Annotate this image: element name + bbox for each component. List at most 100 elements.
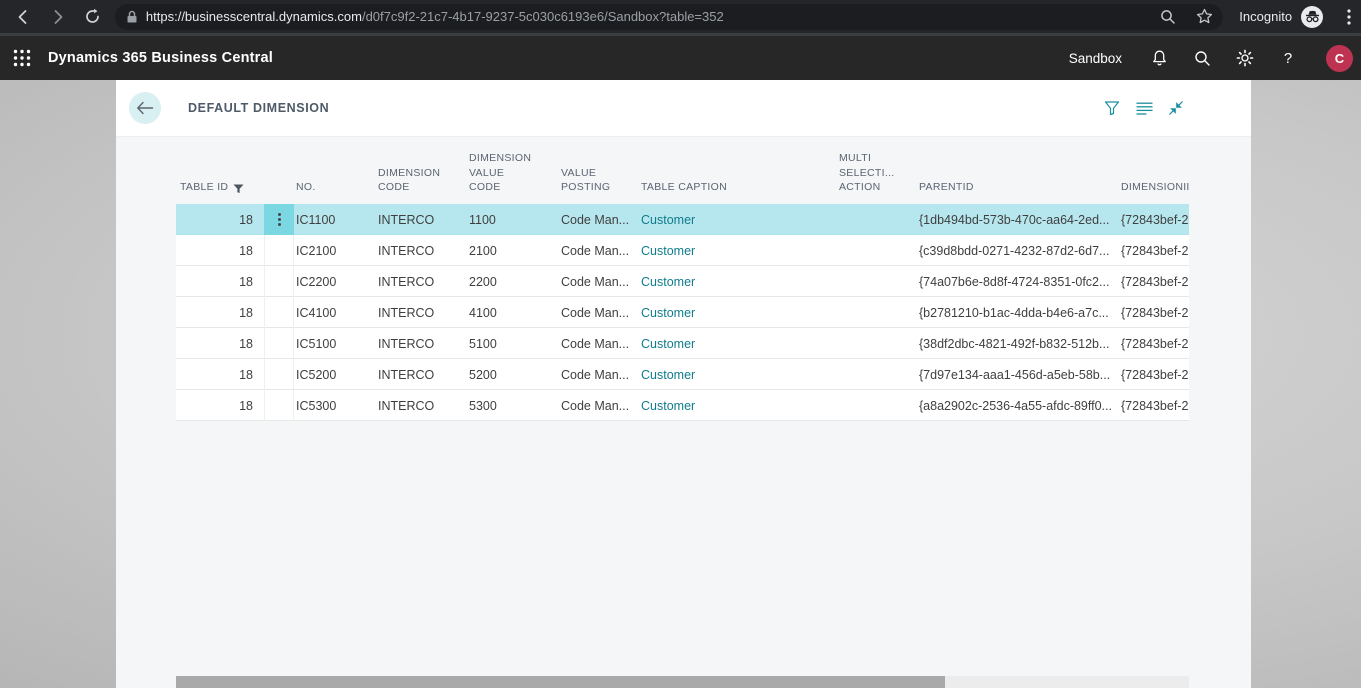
row-menu-cell[interactable] xyxy=(264,297,294,328)
cell-dimension-code[interactable]: INTERCO xyxy=(376,368,467,382)
column-header-table-id[interactable]: TABLE ID xyxy=(176,180,264,204)
cell-dimension-value-code[interactable]: 2100 xyxy=(467,244,559,258)
avatar[interactable]: C xyxy=(1326,44,1353,72)
cell-table-caption-link[interactable]: Customer xyxy=(639,337,837,351)
cell-table-id[interactable]: 18 xyxy=(176,368,264,382)
cell-value-posting[interactable]: Code Man... xyxy=(559,213,639,227)
column-header-parentid[interactable]: PARENTID xyxy=(917,180,1119,204)
cell-table-id[interactable]: 18 xyxy=(176,337,264,351)
cell-parentid[interactable]: {7d97e134-aaa1-456d-a5eb-58b... xyxy=(917,368,1119,382)
cell-dimensionid[interactable]: {72843bef-22 xyxy=(1119,213,1189,227)
address-bar[interactable]: https://businesscentral.dynamics.com/d0f… xyxy=(114,3,1224,30)
table-row[interactable]: 18 IC2200 INTERCO 2200 Code Man... Custo… xyxy=(176,266,1189,297)
cell-no[interactable]: IC5100 xyxy=(294,337,376,351)
row-menu-cell[interactable] xyxy=(264,266,294,297)
browser-back-icon[interactable] xyxy=(11,5,35,29)
column-header-multi-selection-action[interactable]: MULTI SELECTI... ACTION xyxy=(837,151,917,204)
cell-parentid[interactable]: {c39d8bdd-0271-4232-87d2-6d7... xyxy=(917,244,1119,258)
horizontal-scrollbar-thumb[interactable] xyxy=(176,676,945,688)
bookmark-star-icon[interactable] xyxy=(1195,8,1213,26)
cell-dimension-code[interactable]: INTERCO xyxy=(376,399,467,413)
cell-table-caption-link[interactable]: Customer xyxy=(639,399,837,413)
browser-forward-icon[interactable] xyxy=(46,5,70,29)
cell-dimension-value-code[interactable]: 2200 xyxy=(467,275,559,289)
row-menu-cell[interactable] xyxy=(264,204,294,235)
cell-table-caption-link[interactable]: Customer xyxy=(639,244,837,258)
column-header-dimension-value-code[interactable]: DIMENSION VALUE CODE xyxy=(467,151,559,204)
table-row[interactable]: 18 IC1100 INTERCO 1100 Code Man... Custo… xyxy=(176,204,1189,235)
cell-no[interactable]: IC2200 xyxy=(294,275,376,289)
back-button[interactable] xyxy=(129,92,161,124)
cell-table-caption-link[interactable]: Customer xyxy=(639,306,837,320)
search-icon[interactable] xyxy=(1187,43,1217,73)
column-header-no[interactable]: NO. xyxy=(294,180,376,204)
notifications-bell-icon[interactable] xyxy=(1144,43,1174,73)
list-view-icon[interactable] xyxy=(1135,99,1153,117)
cell-no[interactable]: IC5300 xyxy=(294,399,376,413)
cell-table-caption-link[interactable]: Customer xyxy=(639,368,837,382)
row-menu-cell[interactable] xyxy=(264,328,294,359)
column-header-dimension-code[interactable]: DIMENSION CODE xyxy=(376,166,467,204)
collapse-icon[interactable] xyxy=(1167,99,1185,117)
row-options-dots-icon[interactable] xyxy=(277,213,281,226)
table-row[interactable]: 18 IC2100 INTERCO 2100 Code Man... Custo… xyxy=(176,235,1189,266)
column-header-table-caption[interactable]: TABLE CAPTION xyxy=(639,180,837,204)
cell-dimension-code[interactable]: INTERCO xyxy=(376,275,467,289)
environment-label[interactable]: Sandbox xyxy=(1069,51,1122,66)
cell-table-id[interactable]: 18 xyxy=(176,244,264,258)
cell-parentid[interactable]: {b2781210-b1ac-4dda-b4e6-a7c... xyxy=(917,306,1119,320)
table-row[interactable]: 18 IC5200 INTERCO 5200 Code Man... Custo… xyxy=(176,359,1189,390)
cell-no[interactable]: IC1100 xyxy=(294,213,376,227)
cell-value-posting[interactable]: Code Man... xyxy=(559,337,639,351)
cell-parentid[interactable]: {a8a2902c-2536-4a55-afdc-89ff0... xyxy=(917,399,1119,413)
cell-table-caption-link[interactable]: Customer xyxy=(639,213,837,227)
column-header-dimensionid[interactable]: DIMENSIONII xyxy=(1119,180,1189,204)
waffle-icon[interactable] xyxy=(0,36,44,80)
cell-dimension-value-code[interactable]: 1100 xyxy=(467,213,559,227)
cell-table-id[interactable]: 18 xyxy=(176,399,264,413)
cell-dimension-value-code[interactable]: 5300 xyxy=(467,399,559,413)
cell-value-posting[interactable]: Code Man... xyxy=(559,275,639,289)
cell-dimensionid[interactable]: {72843bef-22 xyxy=(1119,337,1189,351)
horizontal-scrollbar[interactable] xyxy=(176,676,1189,688)
cell-no[interactable]: IC2100 xyxy=(294,244,376,258)
cell-table-id[interactable]: 18 xyxy=(176,275,264,289)
cell-dimension-value-code[interactable]: 4100 xyxy=(467,306,559,320)
cell-parentid[interactable]: {1db494bd-573b-470c-aa64-2ed... xyxy=(917,213,1119,227)
row-menu-cell[interactable] xyxy=(264,235,294,266)
cell-no[interactable]: IC4100 xyxy=(294,306,376,320)
column-header-value-posting[interactable]: VALUE POSTING xyxy=(559,166,639,204)
settings-gear-icon[interactable] xyxy=(1230,43,1260,73)
browser-menu-icon[interactable] xyxy=(1337,5,1361,29)
filter-icon[interactable] xyxy=(1103,99,1121,117)
table-row[interactable]: 18 IC5100 INTERCO 5100 Code Man... Custo… xyxy=(176,328,1189,359)
row-menu-cell[interactable] xyxy=(264,390,294,421)
cell-dimensionid[interactable]: {72843bef-22 xyxy=(1119,306,1189,320)
cell-dimensionid[interactable]: {72843bef-22 xyxy=(1119,399,1189,413)
cell-table-id[interactable]: 18 xyxy=(176,213,264,227)
cell-dimension-value-code[interactable]: 5100 xyxy=(467,337,559,351)
cell-value-posting[interactable]: Code Man... xyxy=(559,368,639,382)
cell-dimension-code[interactable]: INTERCO xyxy=(376,244,467,258)
cell-dimensionid[interactable]: {72843bef-22 xyxy=(1119,244,1189,258)
browser-refresh-icon[interactable] xyxy=(81,5,105,29)
table-row[interactable]: 18 IC5300 INTERCO 5300 Code Man... Custo… xyxy=(176,390,1189,421)
cell-dimension-code[interactable]: INTERCO xyxy=(376,306,467,320)
cell-value-posting[interactable]: Code Man... xyxy=(559,244,639,258)
zoom-icon[interactable] xyxy=(1159,8,1177,26)
cell-parentid[interactable]: {38df2dbc-4821-492f-b832-512b... xyxy=(917,337,1119,351)
help-icon[interactable]: ? xyxy=(1273,43,1303,73)
cell-dimensionid[interactable]: {72843bef-22 xyxy=(1119,368,1189,382)
cell-no[interactable]: IC5200 xyxy=(294,368,376,382)
app-title[interactable]: Dynamics 365 Business Central xyxy=(48,50,273,66)
cell-dimension-code[interactable]: INTERCO xyxy=(376,213,467,227)
row-menu-cell[interactable] xyxy=(264,359,294,390)
cell-parentid[interactable]: {74a07b6e-8d8f-4724-8351-0fc2... xyxy=(917,275,1119,289)
cell-value-posting[interactable]: Code Man... xyxy=(559,306,639,320)
cell-table-id[interactable]: 18 xyxy=(176,306,264,320)
cell-dimension-code[interactable]: INTERCO xyxy=(376,337,467,351)
table-row[interactable]: 18 IC4100 INTERCO 4100 Code Man... Custo… xyxy=(176,297,1189,328)
cell-value-posting[interactable]: Code Man... xyxy=(559,399,639,413)
cell-dimension-value-code[interactable]: 5200 xyxy=(467,368,559,382)
cell-dimensionid[interactable]: {72843bef-22 xyxy=(1119,275,1189,289)
